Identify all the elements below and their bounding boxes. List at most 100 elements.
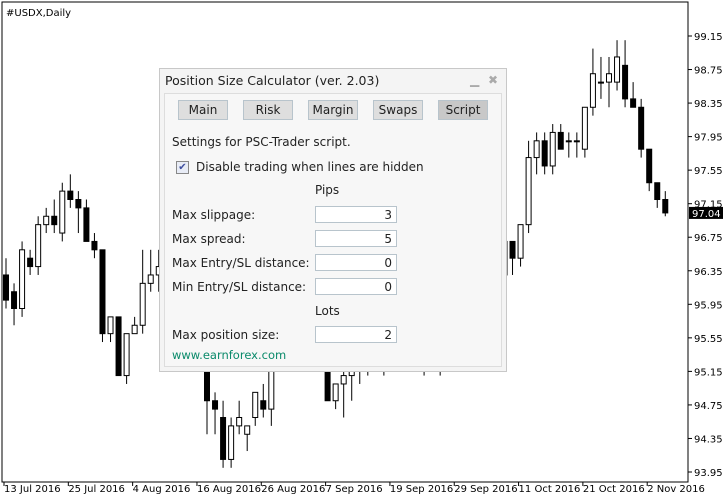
candle-body (646, 148, 653, 184)
script-panel: Main Risk Margin Swaps Script Settings f… (164, 93, 502, 367)
candle (147, 249, 154, 292)
max-spread-label: Max spread: (172, 232, 246, 246)
candle (549, 124, 556, 175)
candle-body (19, 249, 26, 309)
max-position-size-label: Max position size: (172, 328, 280, 342)
lots-header: Lots (315, 304, 340, 318)
close-icon[interactable]: ✖ (488, 73, 498, 87)
candle (646, 148, 653, 192)
x-tick-label: 29 Sep 2016 (454, 484, 517, 495)
candle (51, 199, 58, 234)
candle-body (509, 240, 516, 259)
candle-body (139, 282, 146, 326)
y-tick-label: 95.15 (694, 367, 723, 378)
y-tick-label: 96.35 (694, 267, 723, 278)
candle (662, 191, 669, 217)
y-tick-label: 99.15 (694, 32, 723, 43)
candle-body (212, 400, 219, 410)
candle-body (638, 106, 645, 150)
disable-trading-checkbox[interactable]: ✔ (176, 161, 189, 174)
tab-risk[interactable]: Risk (243, 100, 293, 120)
candle-body (525, 157, 532, 226)
candle-body (622, 64, 629, 100)
tab-main[interactable]: Main (178, 100, 228, 120)
candle (654, 182, 661, 208)
position-size-calculator-dialog: Position Size Calculator (ver. 2.03) ▁ ✖… (159, 68, 507, 372)
candle-body (606, 73, 612, 83)
minimize-icon[interactable]: ▁ (470, 73, 479, 87)
candle-body (59, 190, 66, 234)
y-tick-label: 97.95 (694, 133, 723, 144)
earnforex-link[interactable]: www.earnforex.com (172, 348, 286, 362)
y-tick-label: 97.55 (694, 166, 723, 177)
candle (131, 316, 138, 335)
candle (220, 400, 227, 468)
tab-script[interactable]: Script (438, 100, 488, 120)
candle-body (573, 140, 580, 143)
x-tick-label: 26 Aug 2016 (261, 484, 325, 495)
candle-body (91, 240, 98, 251)
candle-body (340, 375, 347, 385)
y-tick-label: 93.95 (694, 468, 723, 479)
y-tick-label: 98.35 (694, 99, 723, 110)
candle (83, 199, 90, 242)
max-spread-input[interactable]: 5 (315, 230, 397, 247)
candle-body (27, 257, 34, 268)
candle (509, 240, 516, 275)
candle (212, 392, 219, 435)
candle (606, 56, 612, 108)
script-settings-heading: Settings for PSC-Trader script. (172, 135, 351, 149)
max-entry-sl-input[interactable]: 0 (315, 254, 397, 271)
candle-body (614, 56, 621, 83)
y-tick-label: 95.55 (694, 334, 723, 345)
candle-body (99, 249, 106, 335)
candle-body (252, 391, 259, 419)
candle-body (83, 207, 90, 242)
max-position-size-input[interactable]: 2 (315, 326, 397, 343)
candle-body (51, 215, 58, 226)
candle (525, 140, 532, 234)
x-tick-label: 13 Jul 2016 (4, 484, 61, 495)
candle (614, 40, 621, 91)
candle-body (236, 417, 243, 427)
max-slippage-input[interactable]: 3 (315, 206, 397, 223)
candle-body (11, 291, 18, 310)
candle (43, 207, 50, 234)
candle-body (565, 140, 572, 143)
candle-body (147, 274, 154, 284)
candle-body (107, 316, 114, 335)
y-tick-label: 96.75 (694, 233, 723, 244)
candle-body (228, 425, 235, 460)
candle (630, 82, 637, 108)
min-entry-sl-input[interactable]: 0 (315, 278, 397, 295)
candle (565, 132, 572, 158)
candle-body (67, 190, 74, 201)
candle (557, 124, 564, 150)
candle (27, 249, 34, 275)
candle (236, 400, 243, 435)
candle (75, 191, 82, 234)
candle-body (123, 333, 130, 377)
tab-margin[interactable]: Margin (308, 100, 358, 120)
candle (35, 216, 42, 275)
dialog-title: Position Size Calculator (ver. 2.03) (165, 73, 380, 88)
y-tick-label: 95.95 (694, 300, 723, 311)
candle (597, 56, 604, 99)
candle (11, 283, 18, 326)
candle (332, 383, 339, 410)
y-tick-label: 98.75 (694, 66, 723, 77)
candle-body (662, 199, 669, 214)
tab-swaps[interactable]: Swaps (373, 100, 423, 120)
candle-body (630, 98, 637, 108)
candle (19, 241, 26, 317)
candle-body (220, 417, 227, 460)
candle-body (541, 140, 548, 167)
candle (573, 132, 580, 158)
min-entry-sl-label: Min Entry/SL distance: (172, 280, 307, 294)
candle (59, 182, 66, 242)
candle-body (115, 316, 122, 377)
current-price-label: 97.04 (692, 209, 721, 220)
x-tick-label: 11 Oct 2016 (519, 484, 581, 495)
x-tick-label: 2 Nov 2016 (647, 484, 705, 495)
max-slippage-label: Max slippage: (172, 208, 256, 222)
